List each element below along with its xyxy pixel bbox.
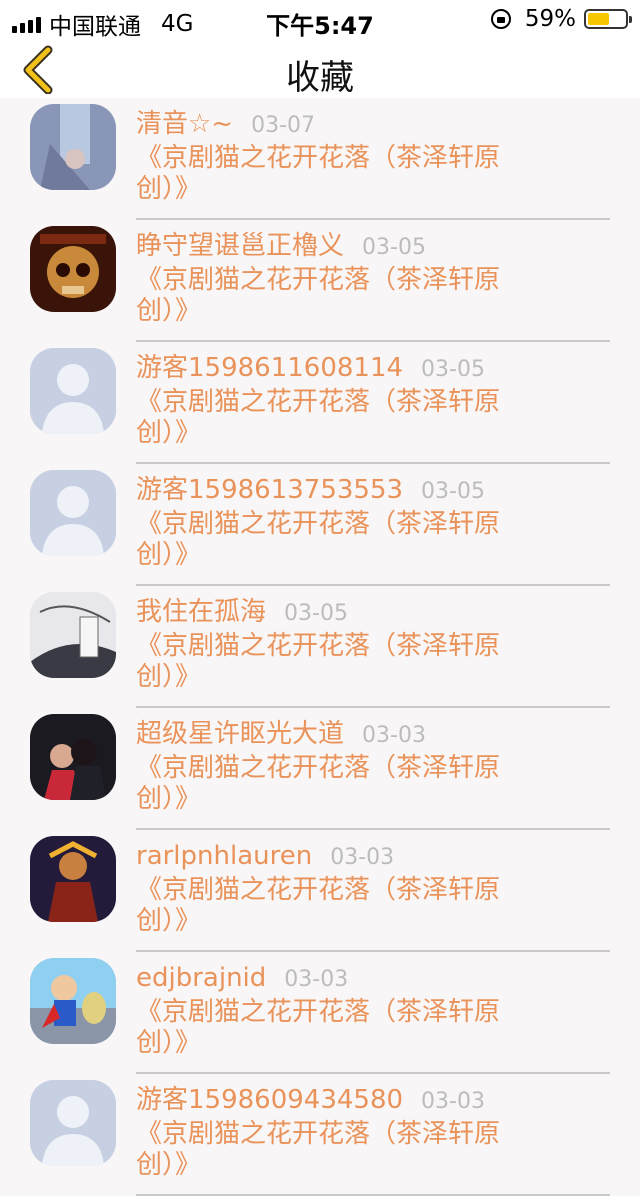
list-item[interactable]: 超级星许眍光大道 03-03 《京剧猫之花开花落（茶泽轩原创）》 bbox=[0, 708, 640, 830]
item-header: 游客1598609434580 03-03 bbox=[136, 1084, 610, 1118]
item-text: 游客1598613753553 03-05 《京剧猫之花开花落（茶泽轩原创）》 bbox=[136, 474, 610, 571]
item-date: 03-03 bbox=[362, 723, 426, 748]
list-item[interactable]: edjbrajnid 03-03 《京剧猫之花开花落（茶泽轩原创）》 bbox=[0, 952, 640, 1074]
item-text: 我住在孤海 03-05 《京剧猫之花开花落（茶泽轩原创）》 bbox=[136, 596, 610, 693]
item-text: 游客1598611608114 03-05 《京剧猫之花开花落（茶泽轩原创）》 bbox=[136, 352, 610, 449]
item-title[interactable]: 《京剧猫之花开花落（茶泽轩原创）》 bbox=[136, 875, 546, 937]
item-header: rarlpnhlauren 03-03 bbox=[136, 840, 610, 874]
page-title: 收藏 bbox=[286, 58, 354, 98]
item-text: 清音☆~ 03-07 《京剧猫之花开花落（茶泽轩原创）》 bbox=[136, 108, 610, 205]
item-title[interactable]: 《京剧猫之花开花落（茶泽轩原创）》 bbox=[136, 387, 546, 449]
battery-icon bbox=[584, 9, 632, 29]
user-name[interactable]: 超级星许眍光大道 bbox=[136, 719, 344, 749]
favorites-list: 清音☆~ 03-07 《京剧猫之花开花落（茶泽轩原创）》 睁守望谌邕正櫓义 03-0… bbox=[0, 98, 640, 1196]
item-header: 清音☆~ 03-07 bbox=[136, 108, 610, 142]
item-header: 睁守望谌邕正櫓义 03-05 bbox=[136, 230, 610, 264]
item-header: 我住在孤海 03-05 bbox=[136, 596, 610, 630]
item-title[interactable]: 《京剧猫之花开花落（茶泽轩原创）》 bbox=[136, 997, 546, 1059]
avatar[interactable] bbox=[30, 226, 116, 312]
list-item[interactable]: 游客1598609434580 03-03 《京剧猫之花开花落（茶泽轩原创）》 bbox=[0, 1074, 640, 1196]
user-name[interactable]: 清音☆~ bbox=[136, 109, 233, 139]
item-text: rarlpnhlauren 03-03 《京剧猫之花开花落（茶泽轩原创）》 bbox=[136, 840, 610, 937]
avatar[interactable] bbox=[30, 470, 116, 556]
item-title[interactable]: 《京剧猫之花开花落（茶泽轩原创）》 bbox=[136, 1119, 546, 1181]
user-name[interactable]: 游客1598613753553 bbox=[136, 475, 403, 505]
avatar[interactable] bbox=[30, 592, 116, 678]
item-header: 游客1598611608114 03-05 bbox=[136, 352, 610, 386]
avatar[interactable] bbox=[30, 348, 116, 434]
avatar[interactable] bbox=[30, 836, 116, 922]
user-name[interactable]: 我住在孤海 bbox=[136, 597, 266, 627]
item-text: 睁守望谌邕正櫓义 03-05 《京剧猫之花开花落（茶泽轩原创）》 bbox=[136, 230, 610, 327]
user-name[interactable]: 游客1598609434580 bbox=[136, 1085, 403, 1115]
avatar[interactable] bbox=[30, 104, 116, 190]
item-date: 03-03 bbox=[421, 1089, 485, 1114]
list-item[interactable]: 游客1598613753553 03-05 《京剧猫之花开花落（茶泽轩原创）》 bbox=[0, 464, 640, 586]
item-title[interactable]: 《京剧猫之花开花落（茶泽轩原创）》 bbox=[136, 265, 546, 327]
item-date: 03-05 bbox=[284, 601, 348, 626]
list-item[interactable]: 我住在孤海 03-05 《京剧猫之花开花落（茶泽轩原创）》 bbox=[0, 586, 640, 708]
avatar[interactable] bbox=[30, 1080, 116, 1166]
item-date: 03-05 bbox=[421, 357, 485, 382]
status-bar: 中国联通 4G 下午5:47 59% bbox=[0, 0, 640, 40]
user-name[interactable]: edjbrajnid bbox=[136, 963, 266, 993]
user-name[interactable]: 游客1598611608114 bbox=[136, 353, 403, 383]
item-title[interactable]: 《京剧猫之花开花落（茶泽轩原创）》 bbox=[136, 631, 546, 693]
item-header: 超级星许眍光大道 03-03 bbox=[136, 718, 610, 752]
list-item[interactable]: 睁守望谌邕正櫓义 03-05 《京剧猫之花开花落（茶泽轩原创）》 bbox=[0, 220, 640, 342]
item-text: 超级星许眍光大道 03-03 《京剧猫之花开花落（茶泽轩原创）》 bbox=[136, 718, 610, 815]
list-item[interactable]: 清音☆~ 03-07 《京剧猫之花开花落（茶泽轩原创）》 bbox=[0, 98, 640, 220]
rotation-lock-icon bbox=[490, 9, 511, 29]
item-date: 03-07 bbox=[251, 113, 316, 138]
item-title[interactable]: 《京剧猫之花开花落（茶泽轩原创）》 bbox=[136, 509, 546, 571]
item-date: 03-03 bbox=[330, 845, 395, 870]
item-text: 游客1598609434580 03-03 《京剧猫之花开花落（茶泽轩原创）》 bbox=[136, 1084, 610, 1181]
user-name[interactable]: 睁守望谌邕正櫓义 bbox=[136, 231, 344, 261]
list-item[interactable]: rarlpnhlauren 03-03 《京剧猫之花开花落（茶泽轩原创）》 bbox=[0, 830, 640, 952]
avatar[interactable] bbox=[30, 958, 116, 1044]
item-header: 游客1598613753553 03-05 bbox=[136, 474, 610, 508]
item-header: edjbrajnid 03-03 bbox=[136, 962, 610, 996]
user-name[interactable]: rarlpnhlauren bbox=[136, 841, 312, 871]
item-title[interactable]: 《京剧猫之花开花落（茶泽轩原创）》 bbox=[136, 753, 546, 815]
item-date: 03-05 bbox=[362, 235, 426, 260]
item-date: 03-05 bbox=[421, 479, 485, 504]
battery-percent: 59% bbox=[524, 6, 576, 32]
battery-fill bbox=[588, 13, 610, 25]
avatar[interactable] bbox=[30, 714, 116, 800]
list-item[interactable]: 游客1598611608114 03-05 《京剧猫之花开花落（茶泽轩原创）》 bbox=[0, 342, 640, 464]
item-text: edjbrajnid 03-03 《京剧猫之花开花落（茶泽轩原创）》 bbox=[136, 962, 610, 1059]
item-title[interactable]: 《京剧猫之花开花落（茶泽轩原创）》 bbox=[136, 143, 546, 205]
nav-bar: 收藏 bbox=[0, 40, 640, 98]
item-date: 03-03 bbox=[284, 967, 349, 992]
